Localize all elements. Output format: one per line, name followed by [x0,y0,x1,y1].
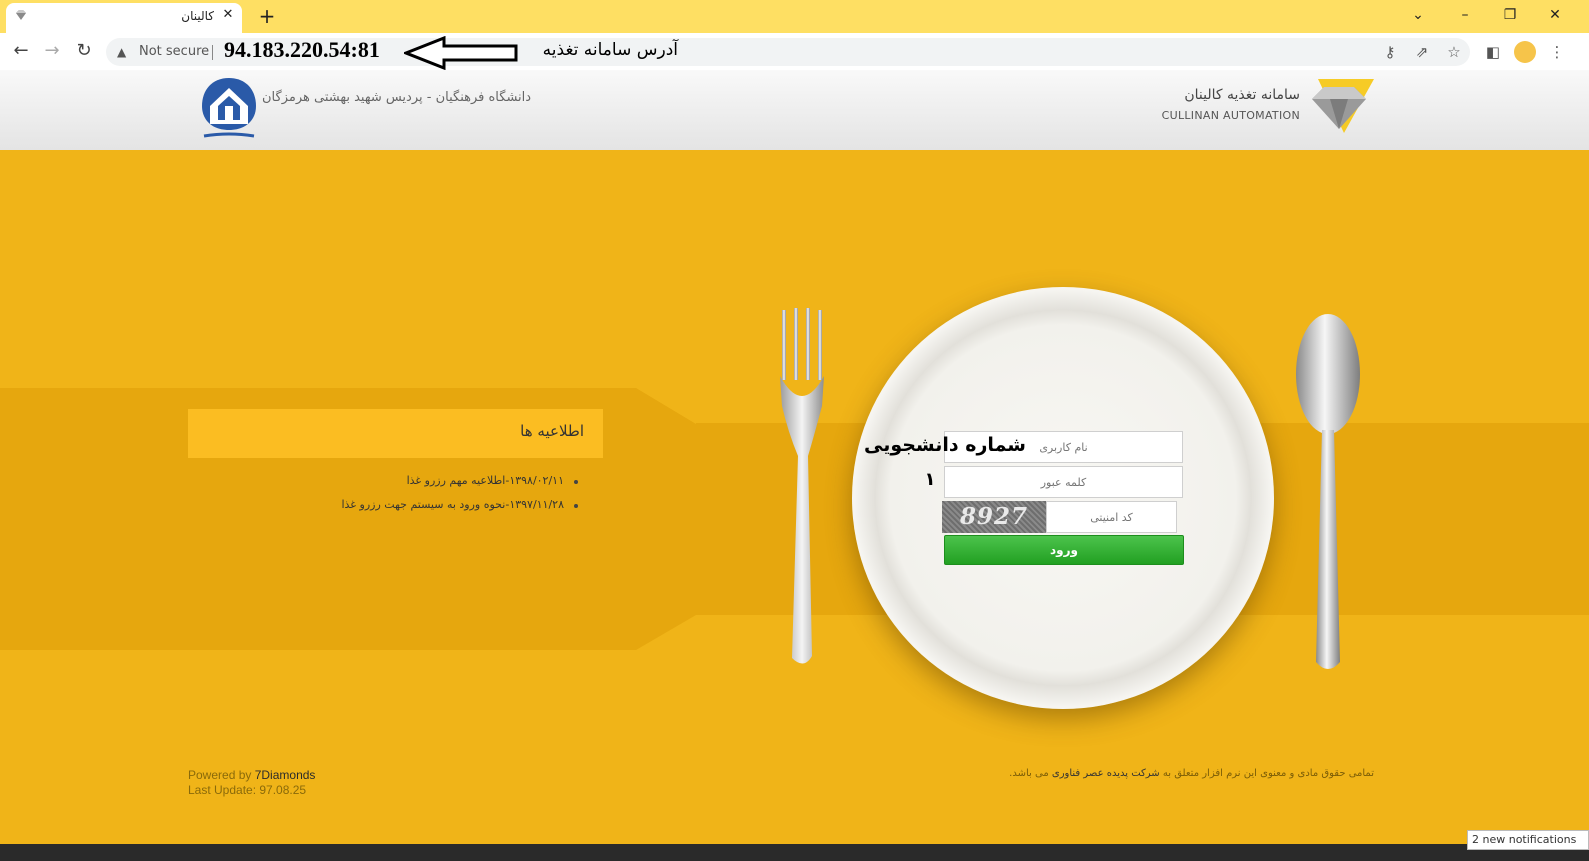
tab-title: کالینان [181,9,214,23]
diamond-logo-icon [1312,79,1374,133]
new-tab-button[interactable]: + [256,4,278,28]
brand-title: سامانه تغذیه کالینان [1184,87,1300,103]
powered-prefix: Powered by [188,768,252,782]
annotation-arrow-icon [404,36,518,70]
company-link[interactable]: شرکت پدیده عصر فناوری [1052,768,1160,779]
restore-icon[interactable]: ❐ [1496,4,1524,26]
warning-triangle-icon[interactable]: ▲ [117,45,131,59]
diamond-favicon-icon [16,10,26,20]
student-number-annotation: شماره دانشجویی [863,434,1026,456]
address-separator [212,45,213,60]
password-annotation: ۱ [924,469,936,490]
notification-toast[interactable]: 2 new notifications [1467,830,1589,850]
login-button[interactable]: ورود [944,535,1184,565]
back-arrow-icon[interactable]: ← [9,40,33,62]
powered-by: Powered by 7Diamonds [188,768,315,782]
developer-link[interactable]: 7Diamonds [255,768,316,782]
university-logo [202,78,256,138]
tab-search-chevron-icon[interactable]: ⌄ [1404,4,1432,26]
band-arrow [636,388,696,650]
address-annotation: آدرس سامانه تغذیه [542,40,678,60]
url-text[interactable]: 94.183.220.54:81 [224,37,380,63]
key-icon[interactable]: ⚷ [1380,42,1400,62]
copyright-suffix: می باشد. [1009,768,1049,779]
spoon-image [1296,314,1360,669]
copyright-prefix: تمامی حقوق مادی و معنوی این نرم افزار مت… [1162,768,1374,779]
captcha-image[interactable]: 8927 [942,501,1046,533]
brand-subtitle: CULLINAN AUTOMATION [1161,109,1300,122]
copyright: تمامی حقوق مادی و معنوی این نرم افزار مت… [994,768,1374,779]
fork-image [780,308,824,664]
tab-close-icon[interactable]: ✕ [219,6,237,24]
profile-avatar[interactable] [1514,41,1536,63]
announcement-link[interactable]: ۱۳۹۸/۰۲/۱۱-اطلاعیه مهم رزرو غذا [260,474,564,487]
bullet [574,480,578,484]
captcha-input[interactable] [1047,502,1176,532]
password-input[interactable] [945,467,1182,497]
forward-arrow-icon[interactable]: → [40,40,64,62]
captcha-field[interactable] [1046,501,1177,533]
bullet [574,504,578,508]
plate-image [852,287,1274,709]
share-icon[interactable]: ⇗ [1412,42,1432,62]
announcements-title: اطلاعیه ها [520,422,584,440]
announcement-link[interactable]: ۱۳۹۷/۱۱/۲۸-نحوه ورود به سیستم جهت رزرو غ… [260,498,564,511]
last-update: Last Update: 97.08.25 [188,783,307,797]
taskbar-strip [0,844,1589,861]
reload-icon[interactable]: ↻ [72,40,96,62]
university-name: دانشگاه فرهنگیان - پردیس شهید بهشتی هرمز… [262,90,532,105]
password-field[interactable] [944,466,1183,498]
bookmark-star-icon[interactable]: ☆ [1444,42,1464,62]
kebab-menu-icon[interactable]: ⋮ [1547,42,1567,62]
minimize-icon[interactable]: – [1451,4,1479,26]
security-indicator[interactable]: Not secure [139,44,209,59]
side-panel-icon[interactable]: ◧ [1483,42,1503,62]
close-window-icon[interactable]: ✕ [1541,4,1569,26]
